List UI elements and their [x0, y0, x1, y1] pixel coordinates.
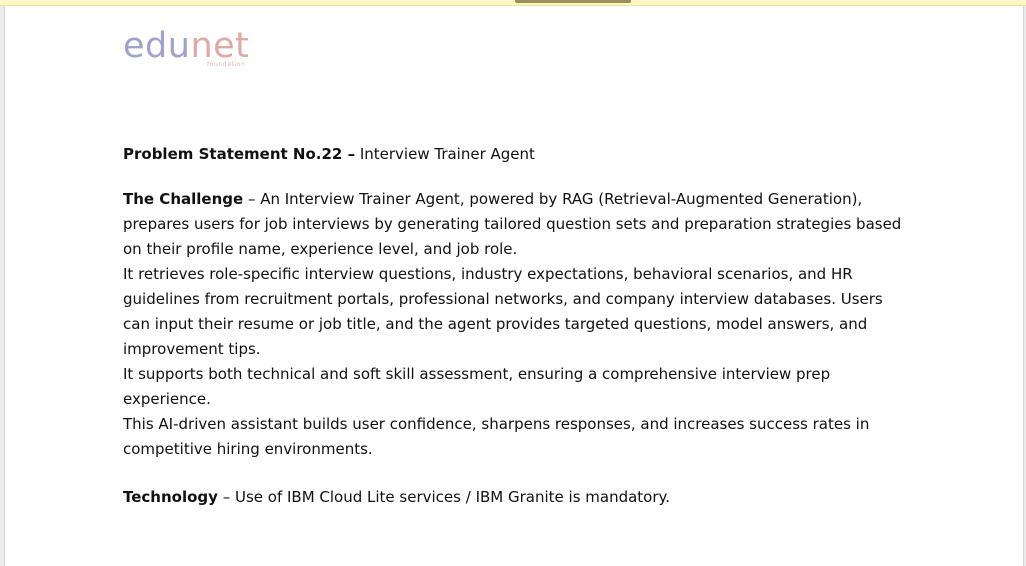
logo-edu: edu	[123, 26, 191, 66]
logo-subtext: foundation	[207, 61, 246, 68]
title-bold: Problem Statement No.22 –	[123, 145, 356, 163]
problem-statement-title: Problem Statement No.22 – Interview Trai…	[123, 142, 903, 167]
challenge-paragraph-4: This AI-driven assistant builds user con…	[123, 415, 870, 458]
challenge-paragraph-3: It supports both technical and soft skil…	[123, 365, 831, 408]
document-viewer: edunet foundation Problem Statement No.2…	[0, 0, 1026, 566]
document-page: edunet foundation Problem Statement No.2…	[4, 6, 1024, 566]
horizontal-scrollbar-thumb[interactable]	[515, 0, 631, 3]
technology-paragraph: Technology – Use of IBM Cloud Lite servi…	[123, 485, 903, 510]
challenge-paragraph: The Challenge – An Interview Trainer Age…	[123, 187, 903, 262]
challenge-paragraph-2: It retrieves role-specific interview que…	[123, 265, 883, 358]
technology-heading: Technology	[123, 488, 218, 506]
document-body: Problem Statement No.22 – Interview Trai…	[123, 142, 903, 510]
challenge-heading: The Challenge	[123, 190, 244, 208]
title-text: Interview Trainer Agent	[355, 145, 535, 163]
edunet-logo: edunet foundation	[123, 24, 263, 74]
logo-net: net	[190, 26, 250, 66]
technology-text: – Use of IBM Cloud Lite services / IBM G…	[217, 488, 671, 506]
